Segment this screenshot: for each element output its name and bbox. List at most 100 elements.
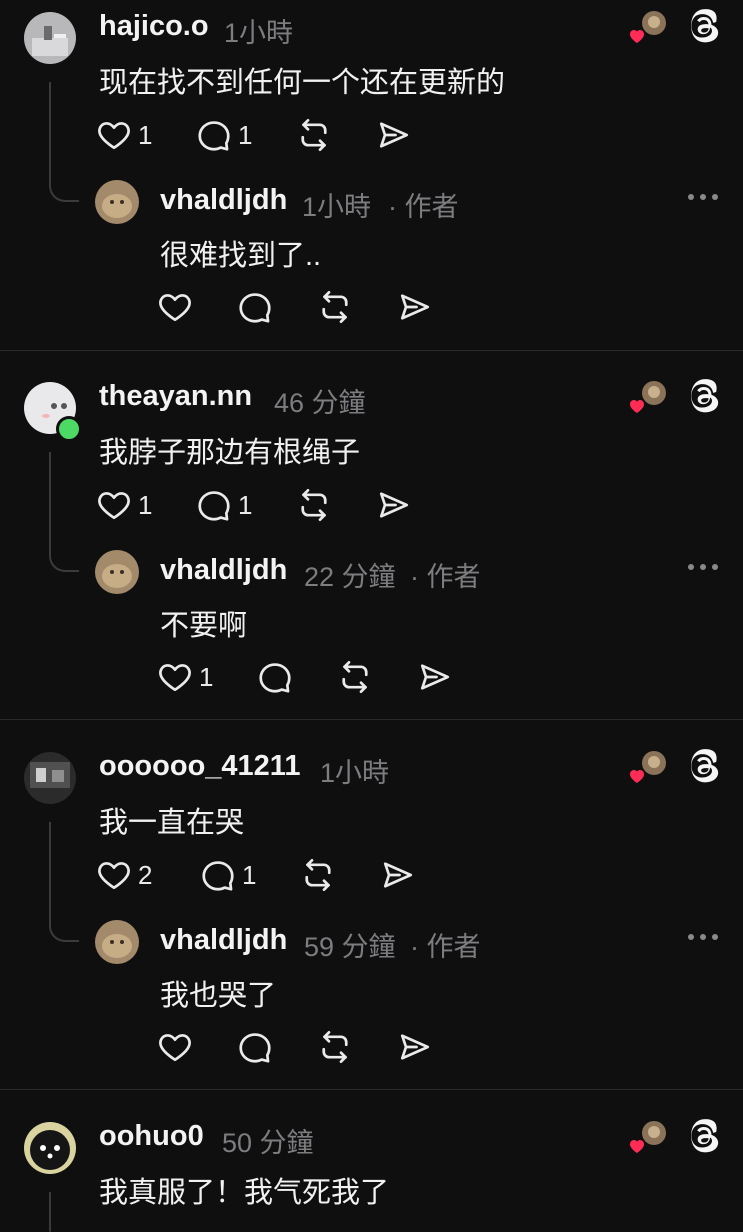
reply-username[interactable]: vhaldljdh xyxy=(160,184,287,217)
author-liked-heart-icon xyxy=(628,1119,668,1159)
thread-connector xyxy=(49,822,79,942)
heart-outline-icon xyxy=(157,659,193,695)
author-badge: · 作者 xyxy=(410,562,481,592)
thread-divider xyxy=(0,1089,743,1090)
reply-text: 不要啊 xyxy=(160,610,248,642)
thread-divider xyxy=(0,350,743,351)
send-icon xyxy=(376,487,412,523)
reply-username[interactable]: vhaldljdh xyxy=(160,554,287,587)
comment-text: 我真服了！我气死我了 xyxy=(99,1177,390,1209)
more-options-icon[interactable] xyxy=(688,934,718,942)
comment-bubble-icon xyxy=(196,117,232,153)
reply-actions: 1 xyxy=(157,657,477,697)
author-liked-heart-icon xyxy=(628,9,668,49)
send-icon xyxy=(380,857,416,893)
comment-time: 1小時 xyxy=(320,758,390,788)
like-button[interactable]: 1 xyxy=(157,657,213,697)
share-button[interactable] xyxy=(380,855,416,895)
thread-connector xyxy=(49,452,79,572)
author-liked-heart-icon xyxy=(628,379,668,419)
repost-icon xyxy=(317,289,353,325)
repost-icon xyxy=(317,1029,353,1065)
repost-icon xyxy=(300,857,336,893)
reply-time: 59 分鐘 xyxy=(304,932,396,962)
user-avatar[interactable] xyxy=(24,12,76,64)
comment-button[interactable]: 1 xyxy=(196,115,252,155)
comment-actions: 2 1 xyxy=(96,855,436,895)
comment-time: 1小時 xyxy=(224,18,294,48)
repost-icon xyxy=(337,659,373,695)
like-button[interactable]: 1 xyxy=(96,115,152,155)
heart-outline-icon xyxy=(157,1029,193,1065)
comment-button[interactable]: 1 xyxy=(196,485,252,525)
repost-icon xyxy=(296,117,332,153)
comment-time: 46 分鐘 xyxy=(274,388,366,418)
comment-username[interactable]: oooooo_41211 xyxy=(99,750,300,783)
reply-text: 我也哭了 xyxy=(160,980,277,1012)
repost-button[interactable] xyxy=(296,485,332,525)
reply-username[interactable]: vhaldljdh xyxy=(160,924,287,957)
comment-bubble-icon xyxy=(257,659,293,695)
reply-avatar[interactable] xyxy=(95,180,139,224)
repost-button[interactable] xyxy=(317,1027,353,1067)
user-avatar[interactable] xyxy=(24,1122,76,1174)
like-button[interactable]: 2 xyxy=(96,855,152,895)
like-button[interactable] xyxy=(157,287,193,327)
comment-text: 现在找不到任何一个还在更新的 xyxy=(99,67,506,99)
repost-button[interactable] xyxy=(300,855,336,895)
reply-actions xyxy=(157,1027,457,1067)
reply-text: 很难找到了.. xyxy=(160,240,322,272)
send-icon xyxy=(397,289,433,325)
more-options-icon[interactable] xyxy=(688,564,718,572)
author-liked-heart-icon xyxy=(628,749,668,789)
reply-time: 22 分鐘 xyxy=(304,562,396,592)
thread-divider xyxy=(0,719,743,720)
author-badge: · 作者 xyxy=(410,932,481,962)
threads-logo-icon[interactable] xyxy=(684,746,724,786)
like-button[interactable]: 1 xyxy=(96,485,152,525)
threads-logo-icon[interactable] xyxy=(684,376,724,416)
send-icon xyxy=(397,1029,433,1065)
comment-username[interactable]: hajico.o xyxy=(99,10,209,43)
comment-time: 50 分鐘 xyxy=(222,1128,314,1158)
reply-count: 1 xyxy=(238,489,253,520)
send-icon xyxy=(417,659,453,695)
reply-count: 1 xyxy=(242,859,257,890)
online-status-dot xyxy=(56,416,82,442)
repost-button[interactable] xyxy=(296,115,332,155)
repost-button[interactable] xyxy=(337,657,373,697)
comment-button[interactable]: 1 xyxy=(200,855,256,895)
repost-button[interactable] xyxy=(317,287,353,327)
user-avatar[interactable] xyxy=(24,752,76,804)
like-button[interactable] xyxy=(157,1027,193,1067)
share-button[interactable] xyxy=(376,485,412,525)
share-button[interactable] xyxy=(397,1027,433,1067)
comment-button[interactable] xyxy=(237,1027,273,1067)
share-button[interactable] xyxy=(417,657,453,697)
comment-actions: 1 1 xyxy=(96,485,436,525)
send-icon xyxy=(376,117,412,153)
threads-logo-icon[interactable] xyxy=(684,1116,724,1156)
comment-bubble-icon xyxy=(200,857,236,893)
heart-outline-icon xyxy=(96,117,132,153)
heart-outline-icon xyxy=(96,487,132,523)
like-count: 2 xyxy=(138,859,153,890)
share-button[interactable] xyxy=(376,115,412,155)
repost-icon xyxy=(296,487,332,523)
comment-button[interactable] xyxy=(257,657,293,697)
comment-username[interactable]: theayan.nn xyxy=(99,380,252,413)
comment-button[interactable] xyxy=(237,287,273,327)
like-count: 1 xyxy=(138,119,153,150)
more-options-icon[interactable] xyxy=(688,194,718,202)
share-button[interactable] xyxy=(397,287,433,327)
comment-username[interactable]: oohuo0 xyxy=(99,1120,204,1153)
comment-text: 我一直在哭 xyxy=(99,807,245,839)
reply-avatar[interactable] xyxy=(95,550,139,594)
reply-avatar[interactable] xyxy=(95,920,139,964)
like-count: 1 xyxy=(138,489,153,520)
comment-bubble-icon xyxy=(237,1029,273,1065)
reply-count: 1 xyxy=(238,119,253,150)
thread-connector xyxy=(49,82,79,202)
threads-logo-icon[interactable] xyxy=(684,6,724,46)
comment-bubble-icon xyxy=(196,487,232,523)
